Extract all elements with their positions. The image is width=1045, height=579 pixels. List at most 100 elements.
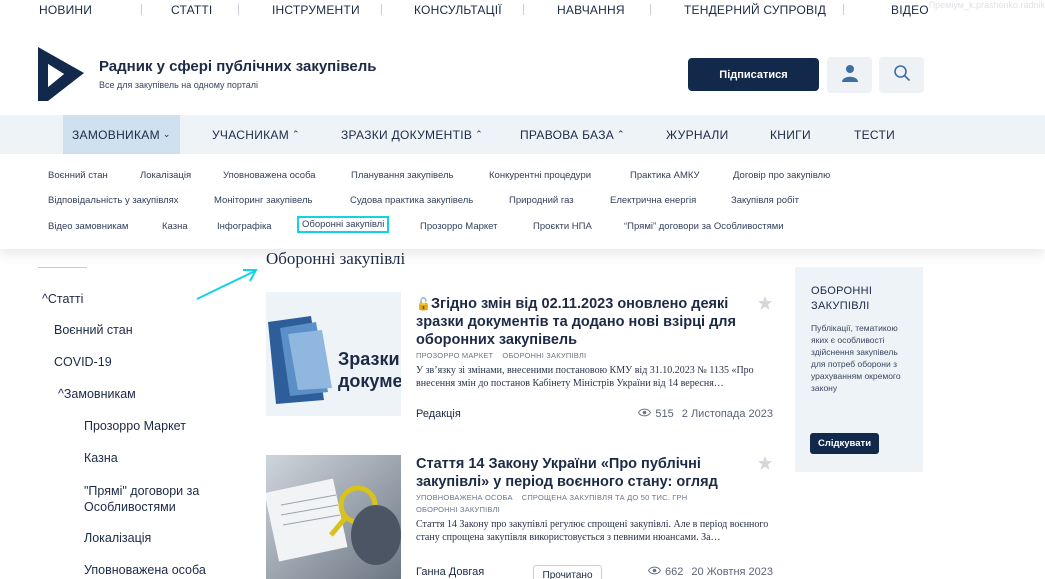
subscribe-button[interactable]: Підписатися bbox=[688, 58, 819, 91]
divider bbox=[381, 4, 382, 15]
user-icon bbox=[841, 64, 858, 87]
submenu-item[interactable]: Відповідальність у закупівлях bbox=[48, 195, 179, 206]
article-tags: Оборонні закупівлі bbox=[416, 505, 509, 514]
main-menu: ЗАМОВНИКАМ ⌄ УЧАСНИКАМ ⌃ ЗРАЗКИ ДОКУМЕНТІВ… bbox=[0, 115, 1045, 154]
article-author[interactable]: Ганна Довгая bbox=[416, 566, 484, 578]
chevron-up-icon: ⌃ bbox=[475, 129, 484, 139]
article-meta: 662 20 Жовтня 2023 bbox=[647, 566, 773, 578]
top-nav-articles[interactable]: СТАТТІ bbox=[171, 3, 212, 17]
sidebar-label: Замовникам bbox=[63, 387, 136, 401]
tag[interactable]: Оборонні закупівлі bbox=[502, 351, 586, 360]
menu-label: ТЕСТИ bbox=[854, 127, 896, 142]
top-nav-education[interactable]: НАВЧАННЯ bbox=[557, 3, 625, 17]
article-tags: Уповноважена особа Спрощена закупівля та … bbox=[416, 493, 696, 502]
submenu-item[interactable]: Закупівля робіт bbox=[731, 195, 799, 206]
user-button[interactable] bbox=[827, 57, 872, 93]
search-button[interactable] bbox=[879, 57, 924, 93]
submenu-item[interactable]: Інфографіка bbox=[217, 221, 272, 232]
follow-button[interactable]: Слідкувати bbox=[810, 433, 879, 454]
article-date: 2 Листопада 2023 bbox=[681, 408, 773, 420]
tag[interactable]: Прозорро Маркет bbox=[416, 351, 493, 360]
divider bbox=[141, 4, 142, 15]
top-nav-video[interactable]: ВІДЕО bbox=[891, 3, 929, 17]
menu-label: УЧАСНИКАМ bbox=[212, 127, 290, 142]
site-logo[interactable] bbox=[38, 47, 84, 101]
submenu-item[interactable]: Планування закупівель bbox=[351, 170, 453, 181]
divider bbox=[843, 4, 844, 15]
menu-books[interactable]: КНИГИ bbox=[770, 115, 811, 154]
menu-document-samples[interactable]: ЗРАЗКИ ДОКУМЕНТІВ ⌃ bbox=[341, 115, 483, 154]
top-nav-tools[interactable]: ІНСТРУМЕНТИ bbox=[272, 3, 360, 17]
site-title: Радник у сфері публічних закупівель bbox=[99, 58, 377, 75]
divider bbox=[650, 4, 651, 15]
top-nav-news[interactable]: НОВИНИ bbox=[39, 3, 92, 17]
submenu-item[interactable]: Локалізація bbox=[140, 170, 191, 181]
sidebar-group-customers[interactable]: ^Замовникам bbox=[58, 387, 136, 401]
bookmark-star-icon[interactable] bbox=[757, 455, 773, 471]
submenu-item[interactable]: Природний газ bbox=[509, 195, 574, 206]
divider bbox=[38, 267, 87, 268]
submenu-item[interactable]: Воєнний стан bbox=[48, 170, 108, 181]
article-title[interactable]: 🔓Згідно змін від 02.11.2023 оновлено дея… bbox=[416, 295, 761, 349]
submenu-item[interactable]: Проєкти НПА bbox=[533, 221, 592, 232]
chevron-up-icon: ⌃ bbox=[292, 129, 300, 139]
article-date: 20 Жовтня 2023 bbox=[691, 566, 773, 578]
sidebar-item-direct-contracts[interactable]: "Прямі" договори за Особливостями bbox=[84, 483, 224, 515]
view-count: 515 bbox=[655, 408, 674, 420]
divider bbox=[238, 4, 239, 15]
article-title[interactable]: Стаття 14 Закону України «Про публічні з… bbox=[416, 455, 761, 491]
topic-title: ОБОРОННІ ЗАКУПІВЛІ bbox=[811, 285, 873, 312]
thumbnail-text: Зразки докуме bbox=[338, 349, 401, 391]
submenu-item[interactable]: Прозорро Маркет bbox=[420, 221, 497, 232]
sidebar-item-treasury[interactable]: Казна bbox=[84, 451, 118, 465]
article-thumbnail[interactable]: Зразки докуме bbox=[266, 292, 401, 416]
submenu-item[interactable]: Відео замовникам bbox=[48, 221, 128, 232]
divider bbox=[523, 4, 524, 15]
menu-participants[interactable]: УЧАСНИКАМ ⌃ bbox=[212, 115, 300, 154]
menu-label: ПРАВОВА БАЗА bbox=[520, 127, 615, 142]
sidebar-root-articles[interactable]: ^Статті bbox=[42, 292, 83, 306]
submenu-item[interactable]: Казна bbox=[162, 221, 188, 232]
submenu-item[interactable]: Судова практика закупівель bbox=[350, 195, 473, 206]
bookmark-star-icon[interactable] bbox=[757, 295, 773, 311]
customers-submenu: Воєнний стан Локалізація Уповноважена ос… bbox=[0, 154, 1045, 249]
submenu-item[interactable]: Практика АМКУ bbox=[630, 170, 700, 181]
sidebar-item-prozorro-market[interactable]: Прозорро Маркет bbox=[84, 419, 186, 433]
site-subtitle: Все для закупівель на одному порталі bbox=[99, 80, 259, 90]
article-thumbnail[interactable] bbox=[266, 455, 401, 579]
article-tags: Прозорро Маркет Оборонні закупівлі bbox=[416, 351, 595, 360]
sidebar-label: Статті bbox=[47, 292, 84, 306]
tag[interactable]: Оборонні закупівлі bbox=[416, 505, 500, 514]
sidebar-item-authorized-person[interactable]: Уповноважена особа bbox=[84, 563, 206, 577]
menu-label: КНИГИ bbox=[770, 127, 811, 142]
menu-label: ЗАМОВНИКАМ bbox=[72, 127, 160, 142]
sidebar-item-localization[interactable]: Локалізація bbox=[84, 531, 151, 545]
submenu-item[interactable]: Конкурентні процедури bbox=[489, 170, 591, 181]
submenu-item[interactable]: Уповноважена особа bbox=[223, 170, 316, 181]
topic-box: ОБОРОННІ ЗАКУПІВЛІ Публікації, тематикою… bbox=[795, 267, 923, 472]
sidebar-item-covid[interactable]: COVID-19 bbox=[54, 355, 112, 369]
article-excerpt: У зв’язку зі змінами, внесеними постанов… bbox=[416, 365, 754, 389]
article-author[interactable]: Редакція bbox=[416, 408, 461, 420]
menu-tests[interactable]: ТЕСТИ bbox=[854, 115, 895, 154]
tag[interactable]: Уповноважена особа bbox=[416, 493, 513, 502]
top-nav-consultations[interactable]: КОНСУЛЬТАЦІЇ bbox=[414, 3, 502, 17]
submenu-item[interactable]: Електрична енергія bbox=[610, 195, 696, 206]
top-nav-tender-support[interactable]: ТЕНДЕРНИЙ СУПРОВІД bbox=[684, 3, 826, 17]
chevron-up-icon: ⌃ bbox=[617, 129, 625, 139]
menu-journals[interactable]: ЖУРНАЛИ bbox=[666, 115, 729, 154]
read-status-button[interactable]: Прочитано bbox=[533, 565, 602, 579]
article-title-text: Згідно змін від 02.11.2023 оновлено деяк… bbox=[416, 296, 736, 348]
tag[interactable]: Спрощена закупівля та до 50 тис. грн bbox=[522, 493, 688, 502]
menu-label: ЗРАЗКИ ДОКУМЕНТІВ bbox=[341, 127, 473, 142]
submenu-item[interactable]: “Прямі” договори за Особливостями bbox=[624, 221, 784, 232]
annotation-arrow-icon bbox=[195, 266, 265, 302]
menu-customers[interactable]: ЗАМОВНИКАМ ⌄ bbox=[63, 115, 180, 154]
article-meta: 515 2 Листопада 2023 bbox=[638, 408, 773, 420]
submenu-item-defense-procurement[interactable]: Оборонні закупівлі bbox=[297, 216, 390, 233]
menu-legal-base[interactable]: ПРАВОВА БАЗА ⌃ bbox=[520, 115, 625, 154]
sidebar-item-martial-law[interactable]: Воєнний стан bbox=[54, 323, 133, 337]
lock-open-icon: 🔓 bbox=[416, 297, 431, 311]
submenu-item[interactable]: Договір про закупівлю bbox=[733, 170, 830, 181]
submenu-item[interactable]: Моніторинг закупівель bbox=[214, 195, 312, 206]
